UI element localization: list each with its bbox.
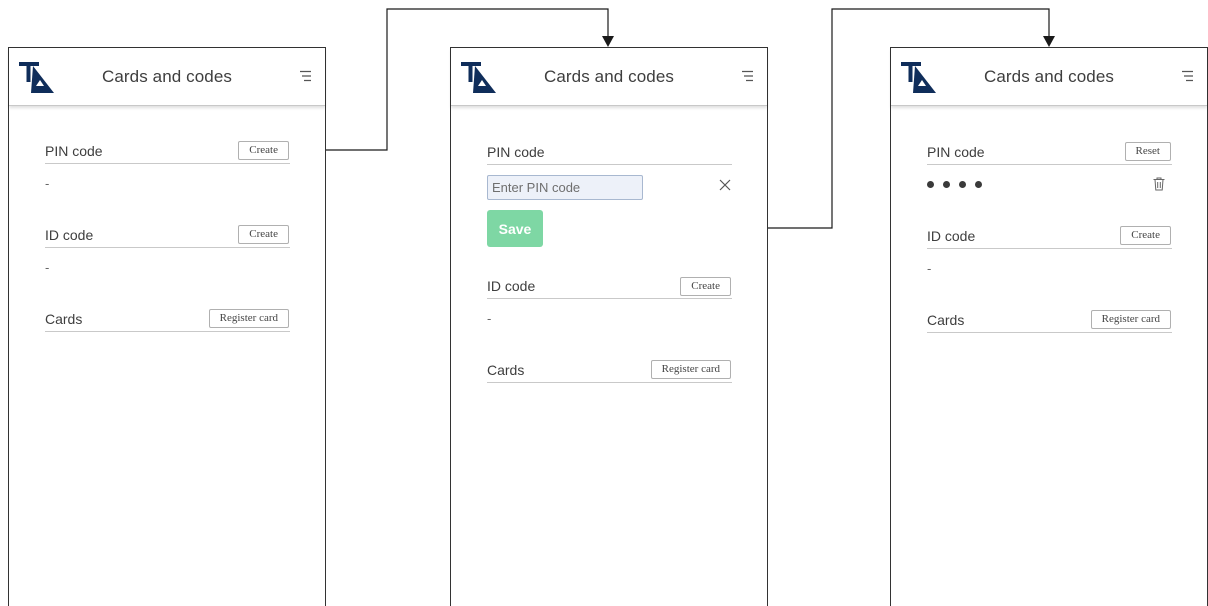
pin-dot — [943, 181, 950, 188]
connector-arrow-2 — [1043, 36, 1055, 47]
create-id-button[interactable]: Create — [238, 225, 289, 244]
pin-code-input[interactable] — [487, 175, 643, 200]
pin-code-label: PIN code — [45, 143, 103, 159]
pin-code-label: PIN code — [927, 144, 985, 160]
pin-code-value: - — [45, 176, 50, 191]
menu-icon[interactable] — [298, 70, 312, 82]
app-header: Cards and codes — [891, 48, 1207, 106]
page-title: Cards and codes — [543, 67, 675, 86]
divider — [487, 164, 732, 165]
pin-code-label: PIN code — [487, 144, 545, 160]
id-code-value: - — [45, 260, 50, 275]
screen-pin-saved: Cards and codes PIN code Reset ID code C… — [890, 47, 1208, 606]
divider — [927, 164, 1172, 165]
cards-label: Cards — [487, 362, 525, 378]
register-card-button[interactable]: Register card — [650, 360, 731, 379]
page-title: Cards and codes — [101, 67, 233, 86]
divider — [927, 332, 1172, 333]
id-code-label: ID code — [487, 278, 536, 294]
pin-dot — [975, 181, 982, 188]
register-card-button[interactable]: Register card — [208, 309, 289, 328]
register-card-button[interactable]: Register card — [1090, 310, 1171, 329]
id-code-value: - — [927, 261, 932, 276]
screen-enter-pin: Cards and codes PIN code Save ID code Cr… — [450, 47, 768, 606]
create-pin-button[interactable]: Create — [238, 141, 289, 160]
divider — [927, 248, 1172, 249]
menu-icon[interactable] — [740, 70, 754, 82]
id-code-label: ID code — [45, 227, 94, 243]
divider — [45, 247, 290, 248]
connector-arrow-1 — [602, 36, 614, 47]
create-id-button[interactable]: Create — [1120, 226, 1171, 245]
pin-dot — [927, 181, 934, 188]
divider — [45, 331, 290, 332]
id-code-value: - — [487, 311, 492, 326]
pin-dot — [959, 181, 966, 188]
page-title: Cards and codes — [983, 67, 1115, 86]
cards-label: Cards — [927, 312, 965, 328]
trash-icon[interactable] — [1153, 177, 1165, 191]
save-button[interactable]: Save — [487, 210, 543, 247]
menu-icon[interactable] — [1180, 70, 1194, 82]
app-header: Cards and codes — [451, 48, 767, 106]
id-code-label: ID code — [927, 228, 976, 244]
close-icon[interactable] — [719, 178, 731, 191]
create-id-button[interactable]: Create — [680, 277, 731, 296]
divider — [487, 382, 732, 383]
cards-label: Cards — [45, 311, 83, 327]
masked-pin — [927, 181, 982, 188]
app-header: Cards and codes — [9, 48, 325, 106]
screen-initial: Cards and codes PIN code Create - ID cod… — [8, 47, 326, 606]
divider — [45, 163, 290, 164]
reset-pin-button[interactable]: Reset — [1124, 142, 1171, 161]
divider — [487, 298, 732, 299]
